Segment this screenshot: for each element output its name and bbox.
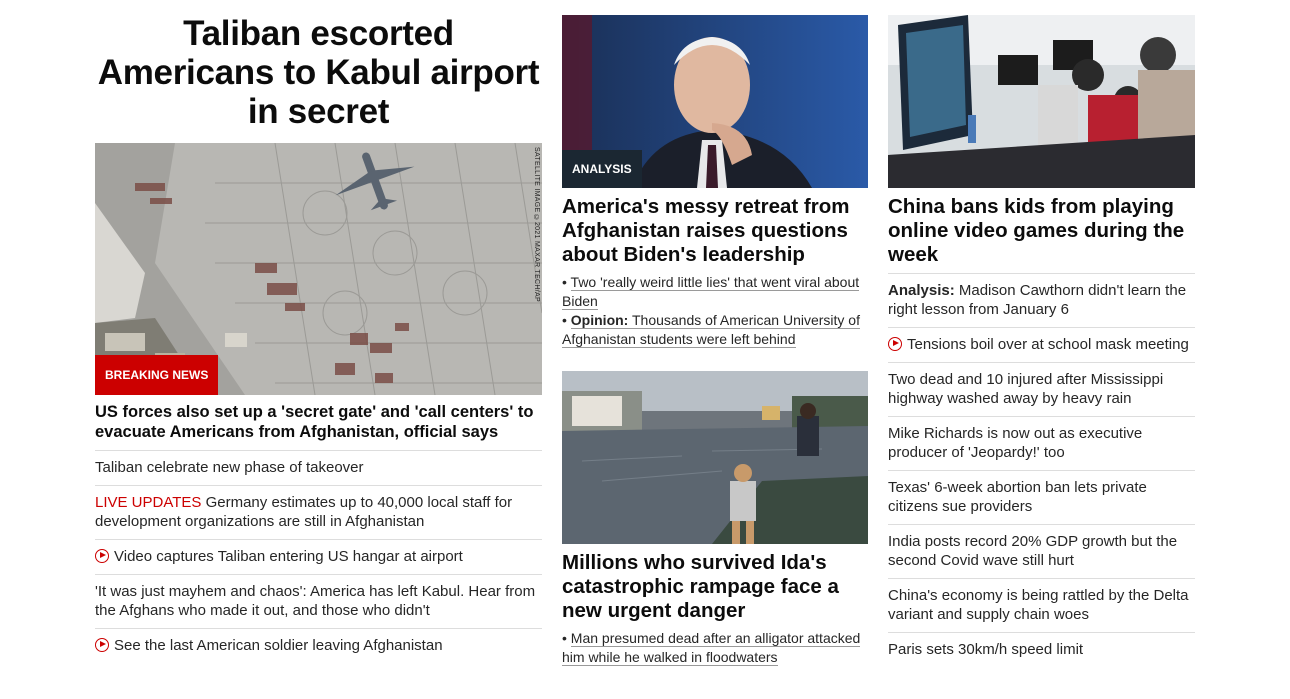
list-item-text: Two dead and 10 injured after Mississipp… bbox=[888, 371, 1164, 407]
gaming-photo[interactable] bbox=[888, 15, 1195, 188]
live-updates-label: LIVE UPDATES bbox=[95, 494, 202, 511]
related-link[interactable]: • Two 'really weird little lies' that we… bbox=[562, 273, 868, 311]
biden-photo[interactable]: ANALYSIS bbox=[562, 15, 868, 188]
related-link-text: Two 'really weird little lies' that went… bbox=[562, 274, 860, 310]
right-column: China bans kids from playing online vide… bbox=[888, 0, 1195, 667]
middle-column: ANALYSIS America's messy retreat from Af… bbox=[562, 0, 868, 667]
ida-related-links: • Man presumed dead after an alligator a… bbox=[562, 629, 868, 667]
lead-story-link[interactable]: US forces also set up a 'secret gate' an… bbox=[95, 402, 542, 451]
headline-list: Analysis: Madison Cawthorn didn't learn … bbox=[888, 273, 1195, 667]
play-video-icon bbox=[95, 549, 109, 563]
opinion-label: Opinion: bbox=[570, 312, 629, 328]
list-item[interactable]: Video captures Taliban entering US hanga… bbox=[95, 540, 542, 575]
list-item[interactable]: Tensions boil over at school mask meetin… bbox=[888, 328, 1195, 363]
related-link[interactable]: • Opinion: Thousands of American Univers… bbox=[562, 311, 868, 349]
ida-story-link[interactable]: Millions who survived Ida's catastrophic… bbox=[562, 551, 868, 623]
list-item-text: India posts record 20% GDP growth but th… bbox=[888, 533, 1178, 569]
list-item[interactable]: LIVE UPDATES Germany estimates up to 40,… bbox=[95, 486, 542, 540]
list-item[interactable]: Paris sets 30km/h speed limit bbox=[888, 633, 1195, 667]
list-item[interactable]: China's economy is being rattled by the … bbox=[888, 579, 1195, 633]
lead-column: Taliban escorted Americans to Kabul airp… bbox=[95, 0, 542, 663]
list-item-text: Paris sets 30km/h speed limit bbox=[888, 641, 1084, 658]
analysis-label: Analysis: bbox=[888, 282, 955, 299]
lead-headline-link[interactable]: Taliban escorted Americans to Kabul airp… bbox=[95, 14, 542, 131]
list-item-text: 'It was just mayhem and chaos': America … bbox=[95, 583, 536, 619]
list-item[interactable]: Texas' 6-week abortion ban lets private … bbox=[888, 471, 1195, 525]
play-video-icon bbox=[888, 337, 902, 351]
list-item[interactable]: Analysis: Madison Cawthorn didn't learn … bbox=[888, 274, 1195, 328]
play-video-icon bbox=[95, 638, 109, 652]
list-item[interactable]: Taliban celebrate new phase of takeover bbox=[95, 451, 542, 486]
esports-gamers-image bbox=[888, 15, 1195, 188]
biden-related-links: • Two 'really weird little lies' that we… bbox=[562, 273, 868, 349]
breaking-news-badge: BREAKING NEWS bbox=[95, 355, 219, 395]
related-link[interactable]: • Man presumed dead after an alligator a… bbox=[562, 629, 868, 667]
lead-satellite-image[interactable]: SATELLITE IMAGE ©2021 MAXAR TECH/AP BREA… bbox=[95, 143, 542, 395]
analysis-badge: ANALYSIS bbox=[562, 150, 642, 188]
list-item[interactable]: Mike Richards is now out as executive pr… bbox=[888, 417, 1195, 471]
flood-photo[interactable] bbox=[562, 371, 868, 544]
image-credit: SATELLITE IMAGE ©2021 MAXAR TECH/AP bbox=[533, 147, 540, 302]
list-item[interactable]: 'It was just mayhem and chaos': America … bbox=[95, 575, 542, 629]
list-item-text: Texas' 6-week abortion ban lets private … bbox=[888, 479, 1147, 515]
list-item[interactable]: India posts record 20% GDP growth but th… bbox=[888, 525, 1195, 579]
china-games-story-link[interactable]: China bans kids from playing online vide… bbox=[888, 195, 1195, 267]
list-item-text: Tensions boil over at school mask meetin… bbox=[907, 336, 1189, 353]
list-item-text: Mike Richards is now out as executive pr… bbox=[888, 425, 1143, 461]
list-item[interactable]: Two dead and 10 injured after Mississipp… bbox=[888, 363, 1195, 417]
related-link-text: Man presumed dead after an alligator att… bbox=[562, 630, 861, 666]
list-item-text: China's economy is being rattled by the … bbox=[888, 587, 1189, 623]
flooded-street-image bbox=[562, 371, 868, 544]
list-item-text: Taliban celebrate new phase of takeover bbox=[95, 459, 364, 476]
lead-story-list: Taliban celebrate new phase of takeover … bbox=[95, 451, 542, 663]
list-item[interactable]: See the last American soldier leaving Af… bbox=[95, 629, 542, 663]
list-item-text: Video captures Taliban entering US hanga… bbox=[114, 548, 463, 565]
list-item-text: See the last American soldier leaving Af… bbox=[114, 637, 443, 654]
biden-story-link[interactable]: America's messy retreat from Afghanistan… bbox=[562, 195, 868, 267]
